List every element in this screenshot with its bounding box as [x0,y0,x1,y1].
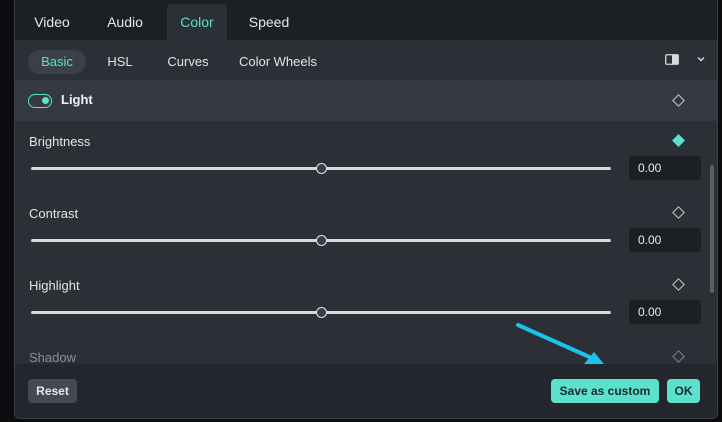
light-section-header: Light [15,81,717,121]
sub-tab-bar: Basic HSL Curves Color Wheels [15,40,717,81]
param-label-shadow: Shadow [29,350,76,364]
highlight-slider-thumb[interactable] [315,307,327,318]
footer-bar: Reset Save as custom OK [15,364,717,418]
param-label-contrast: Contrast [29,206,79,221]
layout-toggle-icon[interactable] [665,54,679,65]
section-title: Light [61,92,93,107]
light-keyframe-icon[interactable] [672,94,685,107]
highlight-keyframe-icon[interactable] [672,278,685,291]
ok-button[interactable]: OK [667,379,700,403]
subtab-color-wheels[interactable]: Color Wheels [235,50,321,74]
tab-speed[interactable]: Speed [239,4,299,40]
toggle-knob [42,97,49,104]
subtab-hsl[interactable]: HSL [99,50,141,74]
light-toggle[interactable] [28,94,52,108]
chevron-down-icon[interactable] [696,54,706,64]
tab-audio[interactable]: Audio [95,4,155,40]
tab-color[interactable]: Color [167,4,227,40]
param-label-brightness: Brightness [29,134,91,149]
highlight-value-input[interactable]: 0.00 [629,300,701,324]
contrast-slider-thumb[interactable] [315,235,327,246]
brightness-keyframe-icon[interactable] [672,134,685,147]
annotation-arrow-icon [516,323,604,364]
subtab-curves[interactable]: Curves [161,50,215,74]
save-as-custom-button[interactable]: Save as custom [551,379,659,403]
subtab-basic[interactable]: Basic [28,50,86,74]
scrollbar[interactable] [710,165,714,293]
tab-video[interactable]: Video [23,4,81,40]
brightness-slider-thumb[interactable] [315,163,327,174]
top-tab-bar: Video Audio Color Speed [15,0,717,40]
param-label-highlight: Highlight [29,278,80,293]
shadow-keyframe-icon[interactable] [672,350,685,363]
brightness-value-input[interactable]: 0.00 [629,156,701,180]
reset-button[interactable]: Reset [28,379,77,403]
contrast-value-input[interactable]: 0.00 [629,228,701,252]
contrast-keyframe-icon[interactable] [672,206,685,219]
